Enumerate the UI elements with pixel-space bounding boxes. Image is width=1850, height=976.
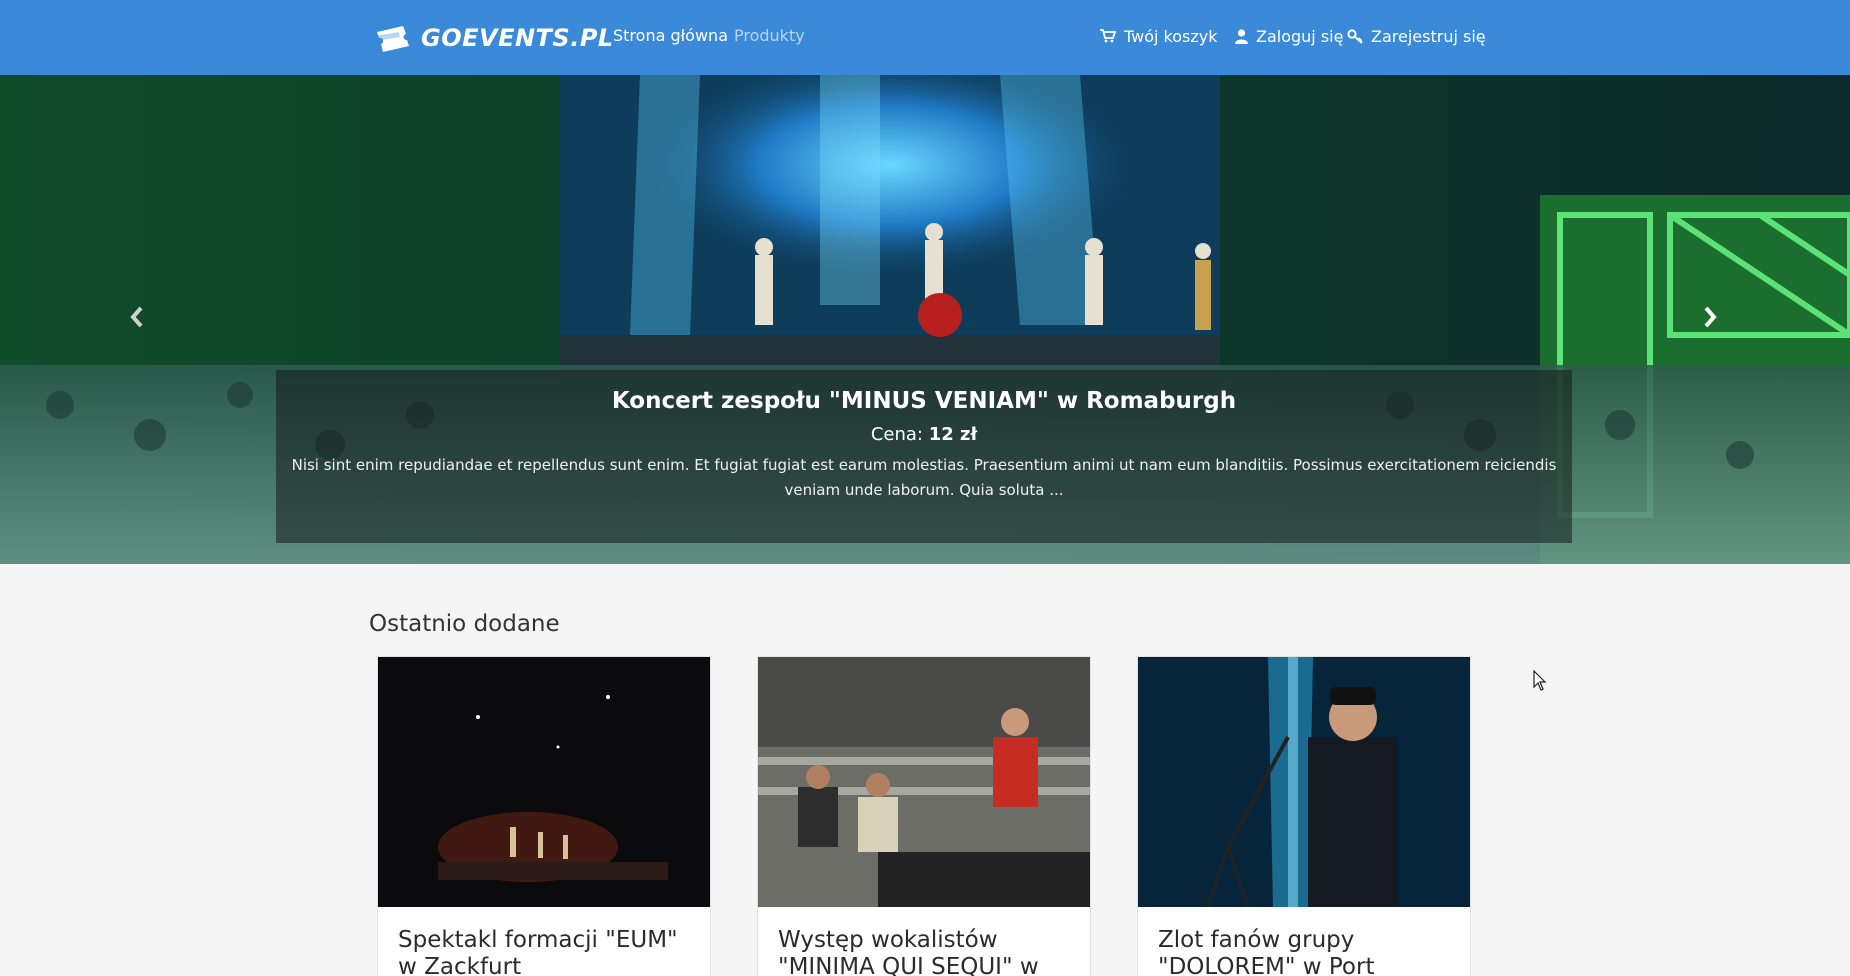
slide-price: Cena: 12 zł: [276, 424, 1572, 445]
register-link[interactable]: Zarejestruj się: [1347, 24, 1486, 48]
cart-link[interactable]: Twój koszyk: [1100, 24, 1217, 48]
hero-carousel[interactable]: Koncert zespołu "MINUS VENIAM" w Romabur…: [0, 75, 1850, 564]
price-label: Cena:: [870, 424, 923, 445]
login-label: Zaloguj się: [1256, 26, 1344, 46]
event-card-image: [1138, 657, 1470, 907]
ticket-icon: [375, 26, 409, 52]
event-card-title[interactable]: Spektakl formacji "EUM" w Zackfurt: [398, 927, 690, 976]
mouse-cursor-icon: [1533, 670, 1547, 691]
nav-products-link[interactable]: Produkty: [734, 24, 805, 48]
register-label: Zarejestruj się: [1371, 26, 1486, 46]
event-card-image: [758, 657, 1090, 907]
event-card[interactable]: Występ wokalistów "MINIMA QUI SEQUI" w: [757, 656, 1091, 976]
cart-icon: [1100, 29, 1116, 43]
brand-name: GOEVENTS.PL: [421, 24, 614, 52]
login-link[interactable]: Zaloguj się: [1235, 24, 1343, 48]
recent-section-title: Ostatnio dodane: [369, 611, 560, 637]
chevron-left-icon: [130, 306, 143, 328]
nav-home-link[interactable]: Strona główna: [613, 24, 728, 48]
event-card[interactable]: Spektakl formacji "EUM" w Zackfurt: [377, 656, 711, 976]
slide-caption: Koncert zespołu "MINUS VENIAM" w Romabur…: [276, 370, 1572, 543]
user-icon: [1235, 28, 1248, 44]
event-card[interactable]: Zlot fanów grupy "DOLOREM" w Port: [1137, 656, 1471, 976]
slide-title[interactable]: Koncert zespołu "MINUS VENIAM" w Romabur…: [276, 388, 1572, 414]
chevron-right-icon: [1704, 306, 1717, 328]
top-navbar: GOEVENTS.PL Strona główna Produkty Twój …: [0, 0, 1850, 75]
key-icon: [1347, 28, 1363, 44]
cart-label: Twój koszyk: [1124, 26, 1218, 46]
carousel-next-button[interactable]: [1690, 297, 1730, 337]
event-card-image: [378, 657, 710, 907]
event-card-title[interactable]: Występ wokalistów "MINIMA QUI SEQUI" w: [778, 927, 1070, 976]
event-card-title[interactable]: Zlot fanów grupy "DOLOREM" w Port: [1158, 927, 1450, 976]
slide-description: Nisi sint enim repudiandae et repellendu…: [291, 456, 1557, 499]
carousel-prev-button[interactable]: [117, 297, 157, 337]
brand-link[interactable]: GOEVENTS.PL: [373, 20, 614, 56]
price-value: 12 zł: [928, 424, 978, 445]
